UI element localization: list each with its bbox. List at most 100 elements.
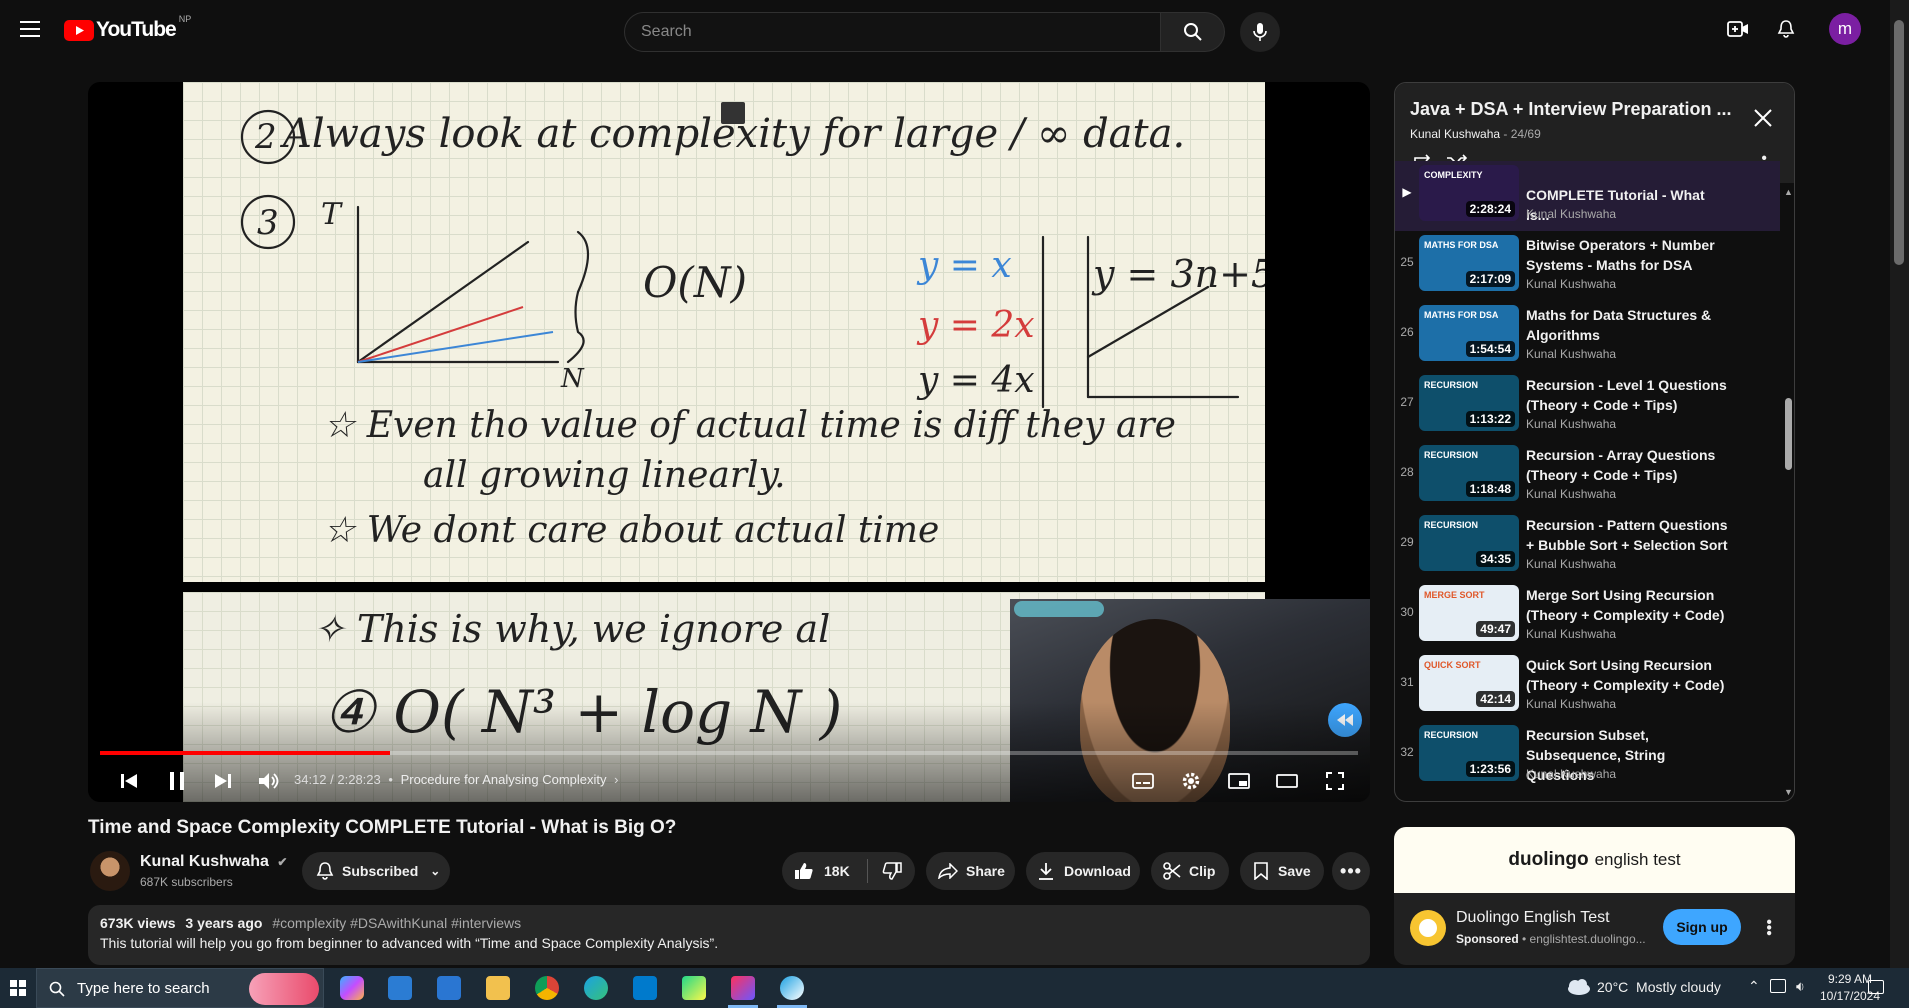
- dislike-button[interactable]: [868, 862, 902, 880]
- playlist-title[interactable]: Java + DSA + Interview Preparation ...: [1410, 99, 1731, 120]
- playlist-item[interactable]: 25 MATHS FOR DSA 2:17:09 Bitwise Operators …: [1395, 231, 1780, 301]
- progress-bar[interactable]: [100, 751, 1358, 755]
- playlist-item[interactable]: 26 MATHS FOR DSA 1:54:54 Maths for Data Str…: [1395, 301, 1780, 371]
- playlist-item-channel: Kunal Kushwaha: [1526, 277, 1617, 291]
- network-icon[interactable]: [1770, 979, 1786, 993]
- playlist-item-index: ▶: [1402, 185, 1412, 199]
- playlist-item[interactable]: 27 RECURSION 1:13:22 Recursion - Level 1 Qu…: [1395, 371, 1780, 441]
- avatar-letter: m: [1837, 19, 1853, 38]
- voice-search-button[interactable]: [1240, 12, 1280, 52]
- channel-name[interactable]: Kunal Kushwaha ✔: [140, 853, 287, 871]
- playlist-owner[interactable]: Kunal Kushwaha: [1410, 127, 1500, 141]
- thumbnail-label: MATHS FOR DSA: [1424, 310, 1499, 320]
- search-input[interactable]: Search: [624, 12, 1161, 52]
- ad-banner[interactable]: duolingo english test: [1394, 827, 1795, 893]
- playlist-scrollbar[interactable]: ▲ ▼: [1780, 183, 1794, 801]
- playlist-item-thumbnail[interactable]: MATHS FOR DSA 1:54:54: [1419, 305, 1519, 361]
- video-duration: 1:18:48: [1465, 481, 1515, 497]
- ad-menu-button[interactable]: •••: [1754, 913, 1782, 941]
- menu-icon[interactable]: [14, 13, 46, 45]
- page-scrollbar[interactable]: [1890, 0, 1909, 968]
- create-button[interactable]: [1722, 13, 1754, 45]
- download-button[interactable]: Download: [1026, 852, 1140, 890]
- volume-tray-icon[interactable]: 🔉︎: [1796, 978, 1805, 995]
- start-button[interactable]: [0, 968, 36, 1008]
- notifications-center-icon[interactable]: [1868, 980, 1884, 994]
- youtube-logo[interactable]: YouTube NP: [64, 14, 191, 42]
- playlist-item[interactable]: 31 QUICK SORT 42:14 Quick Sort Using Recurs…: [1395, 651, 1780, 721]
- show-hidden-icons-button[interactable]: ⌃: [1748, 978, 1760, 995]
- copilot-icon[interactable]: [340, 976, 364, 1000]
- playlist-item-thumbnail[interactable]: RECURSION 34:35: [1419, 515, 1519, 571]
- scroll-down-arrow-icon[interactable]: ▼: [1784, 787, 1793, 797]
- like-button[interactable]: 18K: [782, 859, 868, 883]
- close-playlist-button[interactable]: [1748, 103, 1778, 133]
- intellij-icon[interactable]: [731, 976, 755, 1000]
- playlist-item-thumbnail[interactable]: MERGE SORT 49:47: [1419, 585, 1519, 641]
- pause-button[interactable]: [162, 765, 192, 797]
- more-actions-button[interactable]: •••: [1332, 852, 1370, 890]
- volume-button[interactable]: [254, 765, 284, 797]
- description-box[interactable]: 673K views 3 years ago #complexity #DSAw…: [88, 905, 1370, 965]
- account-avatar[interactable]: m: [1829, 13, 1861, 45]
- playlist-item-thumbnail[interactable]: RECURSION 1:23:56: [1419, 725, 1519, 781]
- pycharm-icon[interactable]: [682, 976, 706, 1000]
- subscribed-button[interactable]: Subscribed ⌄: [302, 852, 450, 890]
- captions-button[interactable]: [1128, 765, 1158, 797]
- previous-button[interactable]: [114, 765, 144, 797]
- playlist-item-thumbnail[interactable]: QUICK SORT 42:14: [1419, 655, 1519, 711]
- microsoft-store-icon[interactable]: [388, 976, 412, 1000]
- time-text: 34:12 / 2:28:23: [294, 772, 381, 787]
- playlist-item[interactable]: 28 RECURSION 1:18:48 Recursion - Array Ques…: [1395, 441, 1780, 511]
- share-button[interactable]: Share: [926, 852, 1015, 890]
- clip-button[interactable]: Clip: [1151, 852, 1229, 890]
- scroll-up-arrow-icon[interactable]: ▲: [1784, 187, 1793, 197]
- playlist-item-channel: Kunal Kushwaha: [1526, 347, 1617, 361]
- search-button[interactable]: [1161, 12, 1225, 52]
- hashtags[interactable]: #complexity #DSAwithKunal #interviews: [272, 915, 521, 931]
- next-icon: [215, 774, 231, 788]
- video-duration: 2:17:09: [1465, 271, 1515, 287]
- next-button[interactable]: [208, 765, 238, 797]
- playlist-item-channel: Kunal Kushwaha: [1526, 697, 1617, 711]
- theater-mode-button[interactable]: [1272, 765, 1302, 797]
- chrome-icon[interactable]: [535, 976, 559, 1000]
- playlist-item-title: Quick Sort Using Recursion (Theory + Com…: [1526, 657, 1725, 693]
- edge-beta-icon[interactable]: [780, 976, 804, 1000]
- page-scrollbar-thumb[interactable]: [1894, 20, 1904, 265]
- notifications-button[interactable]: [1770, 13, 1802, 45]
- playlist-item[interactable]: 30 MERGE SORT 49:47 Merge Sort Using Recurs…: [1395, 581, 1780, 651]
- ad-meta: Sponsored • englishtest.duolingo...: [1456, 932, 1646, 946]
- edge-icon[interactable]: [584, 976, 608, 1000]
- fullscreen-button[interactable]: [1320, 765, 1350, 797]
- sign-up-button[interactable]: Sign up: [1663, 909, 1741, 945]
- video-duration: 34:35: [1476, 551, 1515, 567]
- chapter-title[interactable]: Procedure for Analysing Complexity: [401, 772, 607, 787]
- file-explorer-icon[interactable]: [486, 976, 510, 1000]
- miniplayer-button[interactable]: [1224, 765, 1254, 797]
- playlist-item-thumbnail[interactable]: RECURSION 1:18:48: [1419, 445, 1519, 501]
- save-button[interactable]: Save: [1240, 852, 1324, 890]
- settings-button[interactable]: [1176, 765, 1206, 797]
- scissors-icon: [1163, 862, 1181, 880]
- taskbar-search[interactable]: Type here to search: [36, 968, 324, 1008]
- svg-text:y = x: y = x: [916, 245, 1012, 286]
- sponsored-ad[interactable]: duolingo english test Duolingo English T…: [1394, 827, 1795, 965]
- playlist-item-title: Maths for Data Structures & Algorithms: [1526, 307, 1712, 343]
- mail-icon[interactable]: [437, 976, 461, 1000]
- weather-widget[interactable]: 20°C Mostly cloudy: [1565, 978, 1721, 996]
- playlist-item[interactable]: 32 RECURSION 1:23:56 Recursion Subset, Subs…: [1395, 721, 1780, 791]
- playlist-item-title: Recursion - Level 1 Questions (Theory + …: [1526, 377, 1727, 413]
- chevron-right-icon: ›: [614, 772, 619, 787]
- masthead: YouTube NP Search m: [0, 0, 1890, 58]
- playlist-item-thumbnail[interactable]: RECURSION 1:13:22: [1419, 375, 1519, 431]
- svg-text:all growing linearly.: all growing linearly.: [423, 455, 786, 496]
- channel-avatar[interactable]: [90, 851, 130, 891]
- playlist-item-thumbnail[interactable]: COMPLEXITY 2:28:24: [1419, 165, 1519, 221]
- video-player[interactable]: 2 Always look at complexity for large / …: [88, 82, 1370, 802]
- playlist-item-thumbnail[interactable]: MATHS FOR DSA 2:17:09: [1419, 235, 1519, 291]
- playlist-scrollbar-thumb[interactable]: [1785, 398, 1792, 470]
- playlist-item[interactable]: 29 RECURSION 34:35 Recursion - Pattern Ques…: [1395, 511, 1780, 581]
- playlist-item-current[interactable]: ▶ COMPLEXITY 2:28:24 COMPLETE Tutorial - Wh…: [1395, 161, 1780, 231]
- vscode-icon[interactable]: [633, 976, 657, 1000]
